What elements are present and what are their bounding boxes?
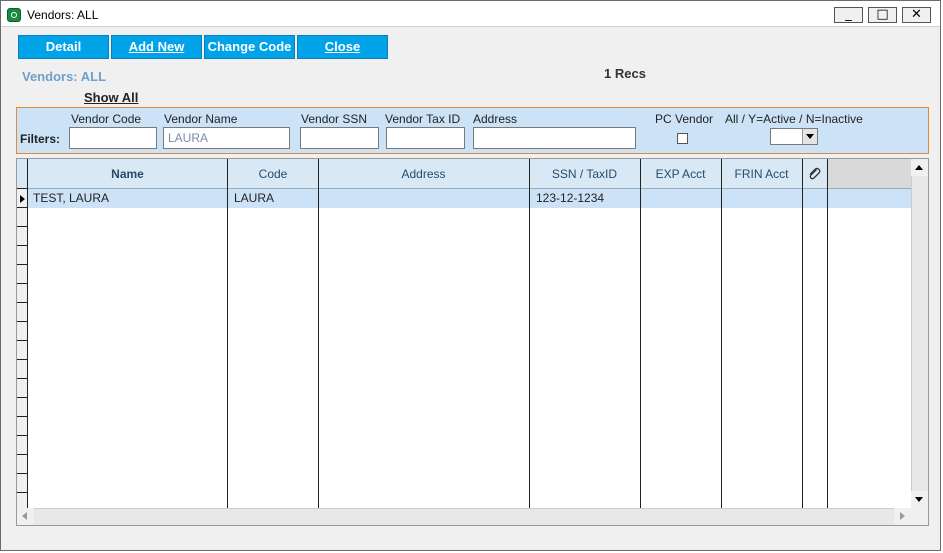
column-header-frin-acct[interactable]: FRIN Acct	[721, 159, 802, 188]
column-header-address[interactable]: Address	[318, 159, 529, 188]
cell-name: TEST, LAURA	[33, 191, 110, 205]
grid-line	[721, 159, 722, 508]
minimize-button[interactable]: _	[834, 7, 863, 23]
column-header-ssn-taxid[interactable]: SSN / TaxID	[529, 159, 640, 188]
grid-line	[802, 159, 803, 508]
window-close-button[interactable]: ✕	[902, 7, 931, 23]
scroll-down-icon[interactable]	[911, 491, 928, 508]
window-title: Vendors: ALL	[27, 8, 99, 22]
row-tick	[17, 340, 27, 341]
column-header-name[interactable]: Name	[27, 159, 228, 188]
vertical-scrollbar[interactable]	[911, 159, 928, 508]
grid-line	[227, 159, 228, 508]
row-tick	[17, 264, 27, 265]
row-tick	[17, 321, 27, 322]
grid-line	[827, 159, 828, 508]
grid-line	[318, 159, 319, 508]
row-tick	[17, 359, 27, 360]
vendors-heading: Vendors: ALL	[22, 69, 107, 84]
row-tick	[17, 378, 27, 379]
add-new-label: Add New	[128, 39, 185, 54]
vendor-name-label: Vendor Name	[164, 112, 238, 126]
vendor-ssn-label: Vendor SSN	[301, 112, 368, 126]
vendor-tax-id-label: Vendor Tax ID	[385, 112, 461, 126]
vendor-ssn-input[interactable]	[300, 127, 379, 149]
grid-line	[529, 159, 530, 508]
change-code-button[interactable]: Change Code	[204, 35, 295, 59]
close-button[interactable]: Close	[297, 35, 388, 59]
row-tick	[17, 207, 27, 208]
grid-header-filler	[827, 159, 911, 188]
row-tick	[17, 435, 27, 436]
show-all-link[interactable]: Show All	[84, 90, 138, 105]
record-count: 1 Recs	[604, 66, 646, 81]
filters-label: Filters:	[20, 132, 61, 146]
grid-line	[27, 159, 28, 508]
vendors-grid	[16, 158, 929, 526]
close-label: Close	[324, 39, 361, 54]
vendor-code-input[interactable]	[69, 127, 157, 149]
address-label: Address	[473, 112, 518, 126]
grid-line	[640, 159, 641, 508]
row-tick	[17, 492, 27, 493]
vendor-tax-id-input[interactable]	[386, 127, 465, 149]
pc-vendor-checkbox[interactable]	[677, 133, 688, 144]
maximize-button[interactable]: □	[868, 7, 897, 23]
row-tick	[17, 473, 27, 474]
horizontal-scrollbar[interactable]	[17, 508, 911, 525]
scroll-right-icon[interactable]	[894, 508, 911, 525]
row-tick	[17, 416, 27, 417]
scrollbar-corner	[911, 508, 928, 525]
app-icon	[7, 8, 21, 22]
add-new-button[interactable]: Add New	[111, 35, 202, 59]
current-row-pointer-icon	[20, 195, 25, 203]
row-tick	[17, 226, 27, 227]
row-selector-column	[17, 188, 27, 508]
row-tick	[17, 245, 27, 246]
row-tick	[17, 283, 27, 284]
row-tick	[17, 454, 27, 455]
column-header-code[interactable]: Code	[228, 159, 318, 188]
row-tick	[17, 188, 27, 189]
pc-vendor-label: PC Vendor	[655, 112, 714, 126]
title-bar	[1, 1, 940, 27]
column-header-exp-acct[interactable]: EXP Acct	[640, 159, 721, 188]
row-tick	[17, 397, 27, 398]
address-input[interactable]	[473, 127, 636, 149]
table-row[interactable]	[27, 189, 911, 208]
scroll-up-icon[interactable]	[911, 159, 928, 176]
row-tick	[17, 302, 27, 303]
status-label: All / Y=Active / N=Inactive	[725, 112, 863, 126]
cell-code: LAURA	[234, 191, 275, 205]
vendor-code-label: Vendor Code	[71, 112, 142, 126]
vendor-name-input[interactable]: LAURA	[163, 127, 290, 149]
scroll-left-icon[interactable]	[17, 508, 34, 525]
cell-ssn-taxid: 123-12-1234	[536, 191, 605, 205]
chevron-down-icon[interactable]	[802, 129, 817, 144]
detail-button[interactable]: Detail	[18, 35, 109, 59]
paperclip-icon[interactable]	[806, 166, 822, 185]
